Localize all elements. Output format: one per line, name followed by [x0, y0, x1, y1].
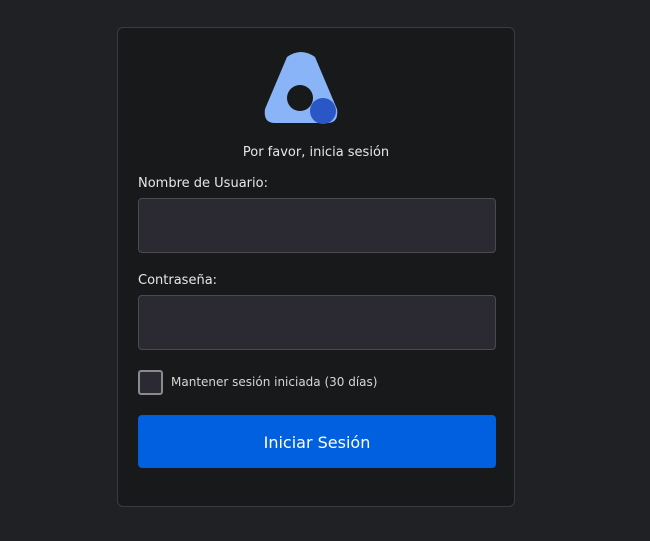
app-logo-icon: [264, 52, 338, 124]
remember-me-label[interactable]: Mantener sesión iniciada (30 días): [171, 375, 377, 389]
login-subtitle: Por favor, inicia sesión: [242, 145, 390, 160]
login-card: Por favor, inicia sesión Nombre de Usuar…: [117, 27, 515, 507]
username-input[interactable]: [138, 198, 496, 253]
password-input[interactable]: [138, 295, 496, 350]
remember-me-checkbox[interactable]: [138, 370, 163, 395]
password-label: Contraseña:: [138, 273, 218, 288]
login-button[interactable]: Iniciar Sesión: [138, 415, 496, 468]
username-label: Nombre de Usuario:: [138, 176, 268, 191]
